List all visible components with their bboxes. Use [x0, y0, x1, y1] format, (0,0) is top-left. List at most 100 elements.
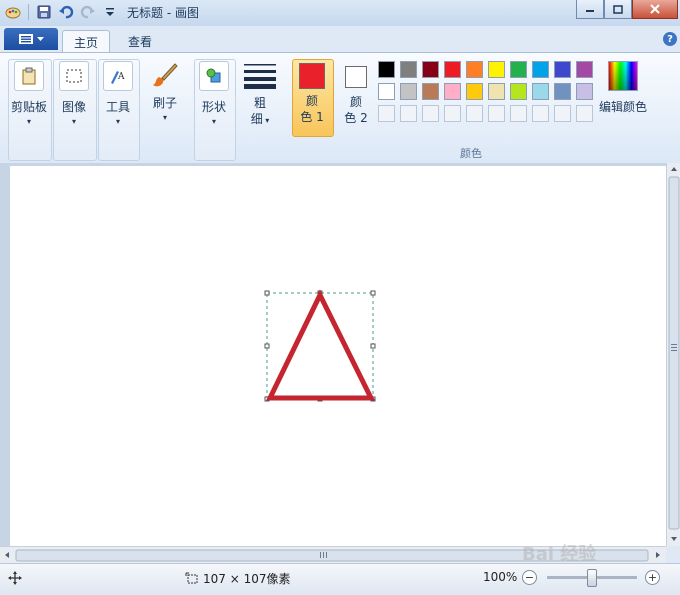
clipboard-button[interactable]: 剪贴板 ▾	[8, 61, 50, 126]
customize-toolbar-chevron-icon[interactable]	[101, 3, 119, 21]
chevron-down-icon: ▾	[71, 117, 76, 126]
window-controls	[576, 0, 678, 19]
palette-swatch[interactable]	[510, 83, 527, 100]
shapes-icon	[199, 61, 229, 91]
palette-swatch[interactable]	[554, 83, 571, 100]
watermark: Bai 经验	[522, 544, 597, 565]
custom-color-slot[interactable]	[510, 105, 527, 122]
size-label-line1: 粗	[253, 96, 266, 110]
custom-color-slot[interactable]	[400, 105, 417, 122]
custom-color-slot[interactable]	[422, 105, 439, 122]
zoom-level: 100%	[483, 570, 518, 584]
palette-swatch[interactable]	[378, 61, 395, 78]
selection-size-icon	[185, 572, 198, 584]
vertical-scrollbar[interactable]	[666, 163, 680, 546]
window-title: 无标题 - 画图	[127, 6, 199, 20]
chevron-down-icon: ▾	[162, 113, 167, 122]
color1-content: 颜 色 1	[292, 63, 332, 125]
size-button[interactable]: 粗 细 ▾	[242, 61, 278, 129]
scroll-up-icon	[671, 167, 677, 171]
redo-icon[interactable]	[79, 3, 97, 21]
palette-swatch[interactable]	[466, 61, 483, 78]
pencil-text-icon: A	[103, 61, 133, 91]
palette-swatch[interactable]	[444, 61, 461, 78]
close-button[interactable]	[632, 0, 678, 19]
zoom-slider-thumb[interactable]	[587, 569, 597, 587]
palette-swatch[interactable]	[510, 61, 527, 78]
color2-label-line2: 色 2	[344, 111, 368, 125]
drawing-canvas[interactable]	[10, 166, 666, 546]
colors-group-label: 颜色	[460, 147, 482, 160]
brushes-button[interactable]: 刷子 ▾	[143, 59, 187, 122]
maximize-icon	[613, 4, 623, 14]
edit-colors-button[interactable]: 编辑颜色	[598, 61, 648, 115]
palette-swatch[interactable]	[400, 83, 417, 100]
palette-swatch[interactable]	[532, 61, 549, 78]
paint-app-icon[interactable]	[4, 3, 22, 21]
custom-color-slot[interactable]	[488, 105, 505, 122]
brushes-label: 刷子	[152, 96, 177, 110]
chevron-down-icon: ▾	[26, 117, 31, 126]
custom-color-slot[interactable]	[466, 105, 483, 122]
tab-view[interactable]: 查看	[118, 30, 162, 52]
palette-swatch[interactable]	[576, 61, 593, 78]
custom-color-slot[interactable]	[532, 105, 549, 122]
scrollbar-arrows	[668, 167, 680, 541]
edit-colors-label: 编辑颜色	[598, 100, 647, 114]
custom-color-slot[interactable]	[554, 105, 571, 122]
selection-handle[interactable]	[370, 343, 376, 349]
palette-swatch[interactable]	[400, 61, 417, 78]
color2-swatch	[345, 66, 367, 88]
shapes-button[interactable]: 形状 ▾	[194, 61, 234, 126]
selection-size-status: 107 × 107像素	[185, 570, 291, 587]
color2-label-line1: 颜	[349, 95, 362, 109]
palette-swatch[interactable]	[422, 83, 439, 100]
image-button[interactable]: 图像 ▾	[53, 61, 95, 126]
palette-swatch[interactable]	[444, 83, 461, 100]
selection-box[interactable]	[264, 290, 376, 402]
scroll-right-icon	[656, 552, 660, 558]
selection-handle[interactable]	[264, 343, 270, 349]
undo-icon[interactable]	[57, 3, 75, 21]
palette-swatch[interactable]	[378, 83, 395, 100]
palette-swatch[interactable]	[532, 83, 549, 100]
custom-color-slot[interactable]	[576, 105, 593, 122]
zoom-in-button[interactable]: +	[645, 570, 660, 585]
paint-menu-button[interactable]	[4, 28, 58, 50]
svg-text:A: A	[117, 72, 125, 82]
zoom-out-button[interactable]: −	[522, 570, 537, 585]
scroll-left-icon	[5, 552, 9, 558]
custom-color-slot[interactable]	[444, 105, 461, 122]
close-icon	[650, 4, 660, 14]
cursor-position-icon	[8, 571, 22, 588]
minimize-button[interactable]	[576, 0, 604, 19]
clipboard-icon	[14, 61, 44, 91]
palette-swatch[interactable]	[422, 61, 439, 78]
help-button[interactable]: ?	[663, 32, 677, 46]
tools-button[interactable]: A 工具 ▾	[98, 61, 138, 126]
chevron-down-icon: ▾	[262, 116, 270, 125]
line-thickness-icon	[244, 61, 276, 91]
tab-home[interactable]: 主页	[62, 30, 110, 53]
shapes-label: 形状	[201, 100, 226, 114]
palette-swatch[interactable]	[554, 61, 571, 78]
triangle-shape	[266, 289, 376, 401]
palette-swatch[interactable]	[488, 61, 505, 78]
custom-color-slot[interactable]	[378, 105, 395, 122]
scroll-thumb	[668, 176, 680, 530]
palette-swatch[interactable]	[488, 83, 505, 100]
ribbon: 剪贴板 ▾ 图像 ▾ A 工具 ▾ 刷子 ▾ 形状 ▾ 粗 细 ▾ 颜 色 1 …	[0, 52, 680, 164]
color2-button[interactable]: 颜 色 2	[336, 63, 376, 126]
chevron-down-icon	[36, 36, 44, 41]
palette-swatch[interactable]	[466, 83, 483, 100]
save-icon[interactable]	[35, 3, 53, 21]
select-rectangle-icon	[59, 61, 89, 91]
canvas-drawing	[264, 289, 376, 402]
selection-handle[interactable]	[264, 290, 270, 296]
color1-swatch	[299, 63, 325, 89]
selection-handle[interactable]	[370, 290, 376, 296]
brush-icon	[149, 59, 181, 91]
palette-swatch[interactable]	[576, 83, 593, 100]
selection-size-text: 107 × 107像素	[203, 572, 291, 586]
maximize-button[interactable]	[604, 0, 632, 19]
